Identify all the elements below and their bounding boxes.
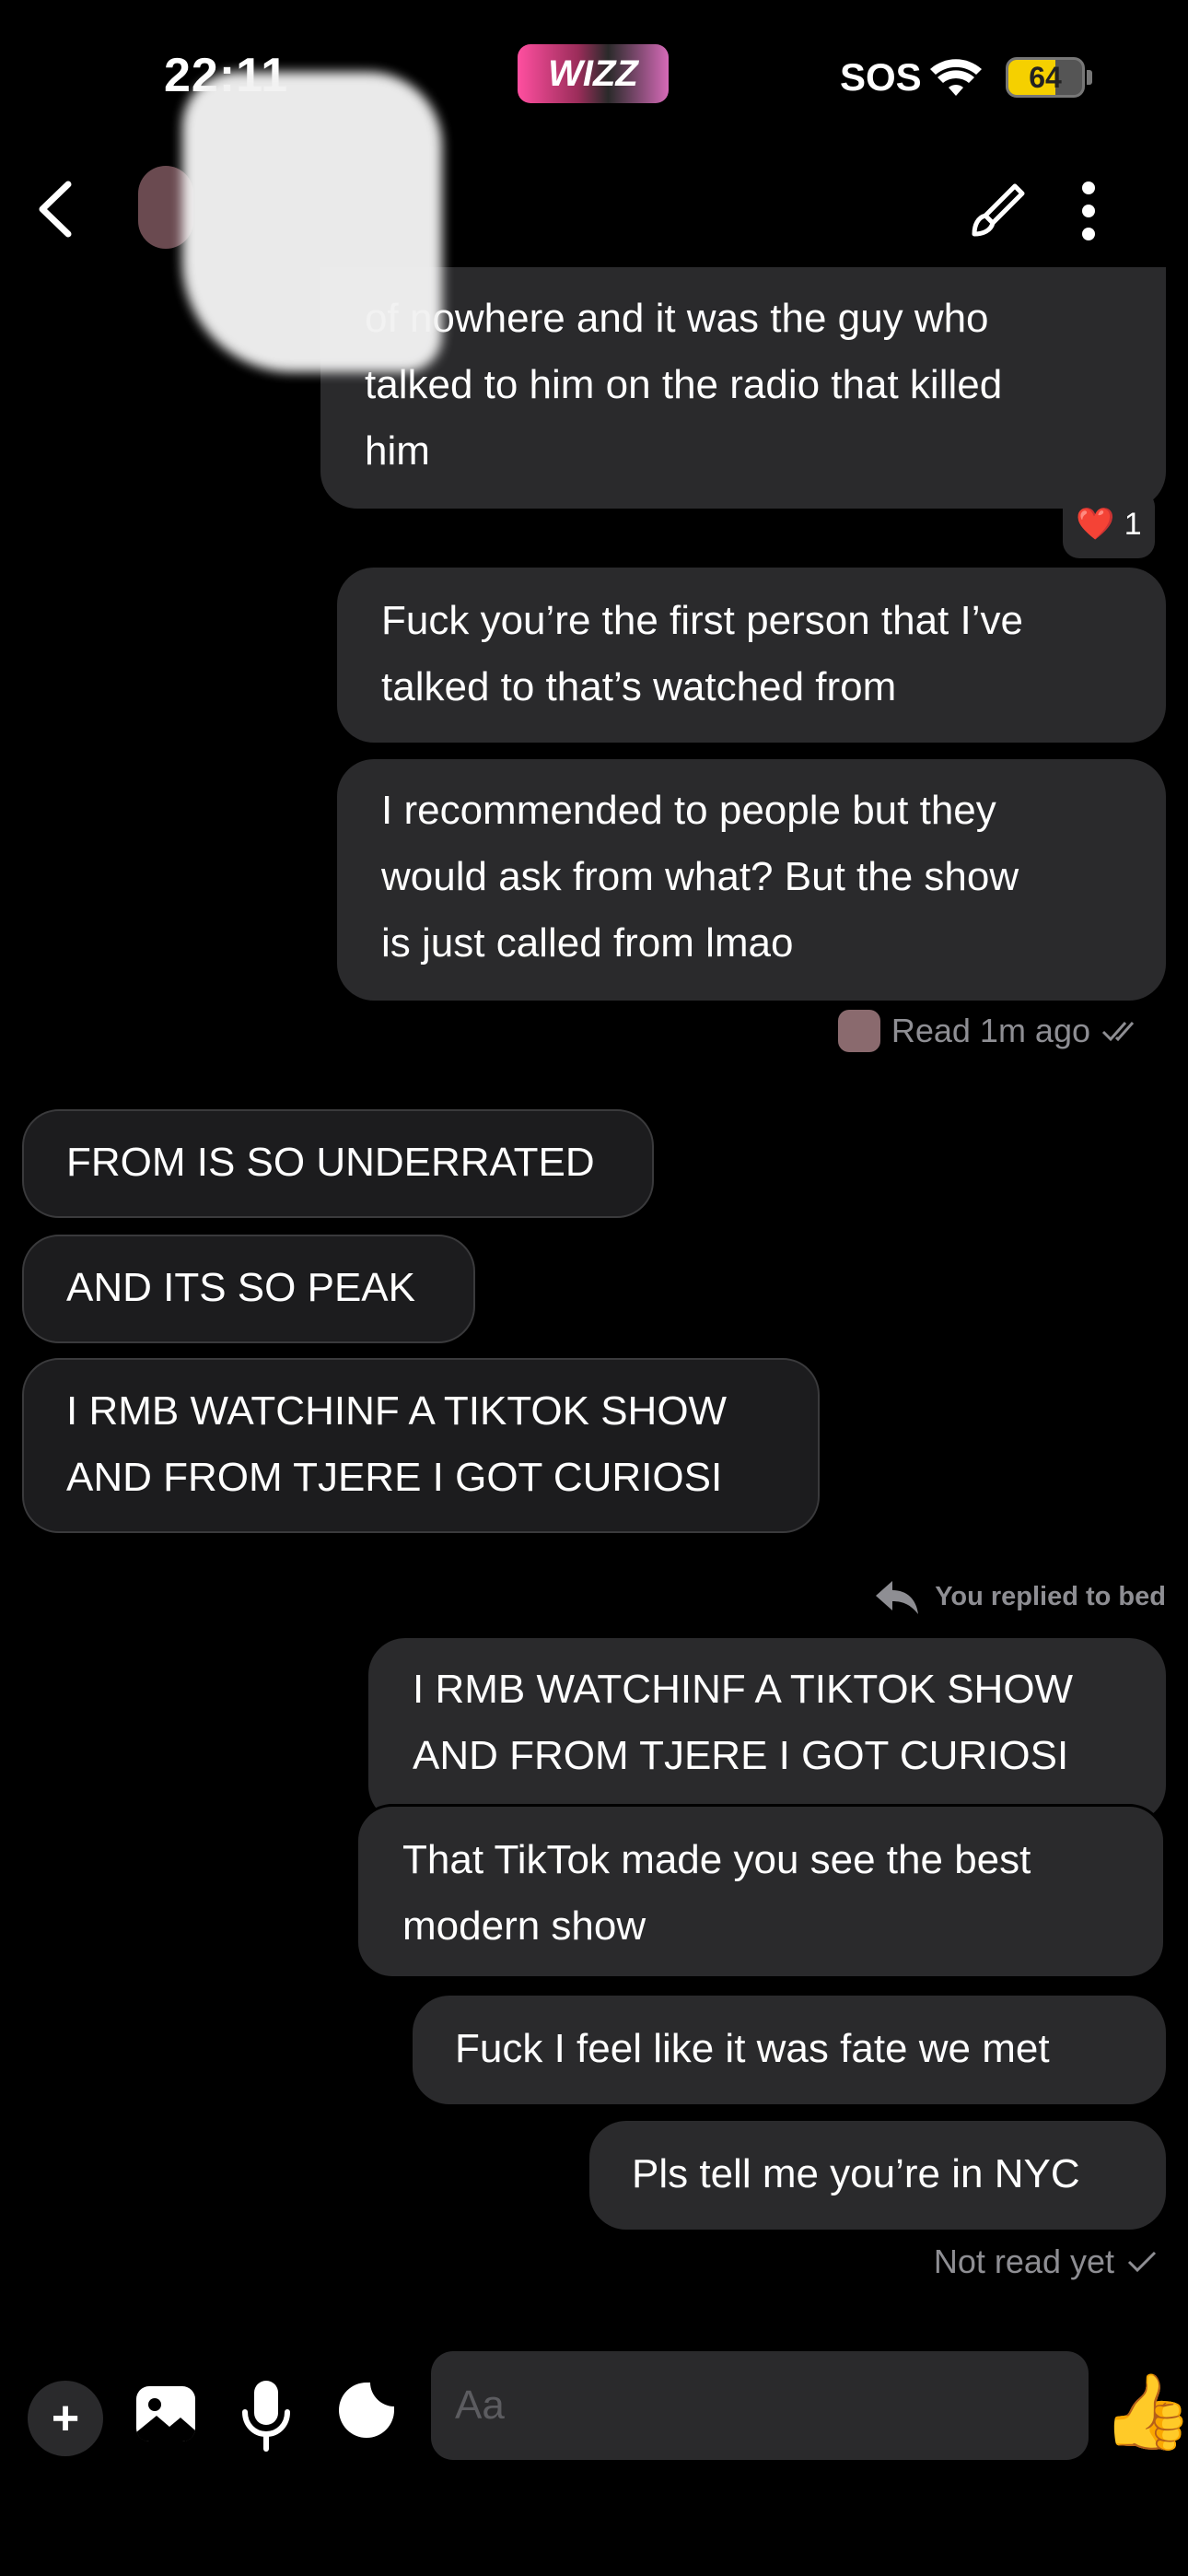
microphone-icon[interactable]	[238, 2377, 295, 2454]
reader-avatar	[837, 1010, 880, 1052]
message-bubble-outgoing[interactable]: Pls tell me you’re in NYC	[589, 2121, 1166, 2230]
message-text-line: talked to that’s watched from	[381, 664, 897, 709]
message-text-line: talked to him on the radio that killed	[365, 362, 1003, 407]
delivery-status: Not read yet	[934, 2242, 1157, 2281]
message-bubble-outgoing[interactable]: of nowhere and it was the guy who talked…	[320, 267, 1166, 509]
plus-icon: +	[51, 2392, 80, 2445]
message-text: Fuck I feel like it was fate we met	[455, 2026, 1050, 2071]
message-bubble-outgoing[interactable]: That TikTok made you see the best modern…	[355, 1804, 1166, 1979]
reply-label: You replied to bed	[935, 1581, 1166, 1611]
add-button[interactable]: +	[28, 2381, 103, 2456]
message-input[interactable]	[431, 2351, 1089, 2460]
message-bubble-incoming[interactable]: I RMB WATCHINF A TIKTOK SHOW AND FROM TJ…	[22, 1358, 820, 1533]
heart-icon: ❤️	[1076, 507, 1115, 542]
brush-icon[interactable]	[969, 181, 1028, 240]
message-text-line: I RMB WATCHINF A TIKTOK SHOW	[66, 1388, 728, 1434]
redaction-blur	[182, 72, 442, 372]
message-text-line: is just called from lmao	[381, 920, 794, 966]
reply-arrow-icon	[876, 1581, 919, 1614]
double-check-icon	[1101, 1022, 1135, 1042]
message-bubble-incoming[interactable]: AND ITS SO PEAK	[22, 1235, 475, 1343]
quoted-text-line: AND FROM TJERE I GOT CURIOSI	[413, 1733, 1069, 1778]
quoted-text-line: I RMB WATCHINF A TIKTOK SHOW	[413, 1667, 1074, 1712]
message-text-line: modern show	[402, 1903, 646, 1949]
message-text-line: I recommended to people but they	[381, 788, 996, 833]
wifi-icon	[930, 59, 982, 96]
message-text-line: Fuck you’re the first person that I’ve	[381, 598, 1023, 643]
message-text-line: That TikTok made you see the best	[402, 1837, 1031, 1882]
message-bubble-incoming[interactable]: FROM IS SO UNDERRATED	[22, 1109, 654, 1218]
message-text-line: AND FROM TJERE I GOT CURIOSI	[66, 1455, 723, 1500]
message-bubble-outgoing[interactable]: Fuck you’re the first person that I’ve t…	[337, 568, 1166, 743]
message-text: FROM IS SO UNDERRATED	[66, 1140, 595, 1185]
message-bubble-outgoing[interactable]: I recommended to people but they would a…	[337, 759, 1166, 1001]
quoted-message[interactable]: I RMB WATCHINF A TIKTOK SHOW AND FROM TJ…	[368, 1638, 1166, 1822]
carrier-status: SOS	[840, 55, 922, 99]
message-text: Pls tell me you’re in NYC	[632, 2151, 1080, 2196]
message-bubble-outgoing[interactable]: Fuck I feel like it was fate we met	[413, 1996, 1166, 2104]
gallery-icon[interactable]	[133, 2381, 199, 2447]
read-receipt: Read 1m ago	[837, 1010, 1144, 1052]
battery-tip	[1087, 70, 1092, 85]
message-text: AND ITS SO PEAK	[66, 1265, 415, 1310]
battery-label: 64	[1029, 60, 1062, 94]
reaction-count: 1	[1124, 506, 1142, 542]
wizz-app-badge[interactable]: WIZZ	[518, 44, 669, 103]
back-chevron-icon[interactable]	[28, 177, 83, 241]
battery-indicator: 64	[1006, 57, 1085, 98]
more-vertical-icon[interactable]	[1072, 179, 1105, 243]
message-text-line: him	[365, 428, 430, 474]
single-check-icon	[1127, 2251, 1157, 2273]
reply-indicator: You replied to bed	[872, 1577, 1166, 1616]
reaction-badge[interactable]: ❤️ 1	[1063, 490, 1155, 558]
thumbs-up-icon[interactable]: 👍	[1101, 2368, 1188, 2456]
not-read-text: Not read yet	[933, 2242, 1114, 2280]
read-status-text: Read 1m ago	[891, 1012, 1090, 1049]
sticker-icon[interactable]	[335, 2379, 398, 2441]
message-text-line: would ask from what? But the show	[381, 854, 1019, 899]
message-text-line: of nowhere and it was the guy who	[365, 296, 989, 341]
